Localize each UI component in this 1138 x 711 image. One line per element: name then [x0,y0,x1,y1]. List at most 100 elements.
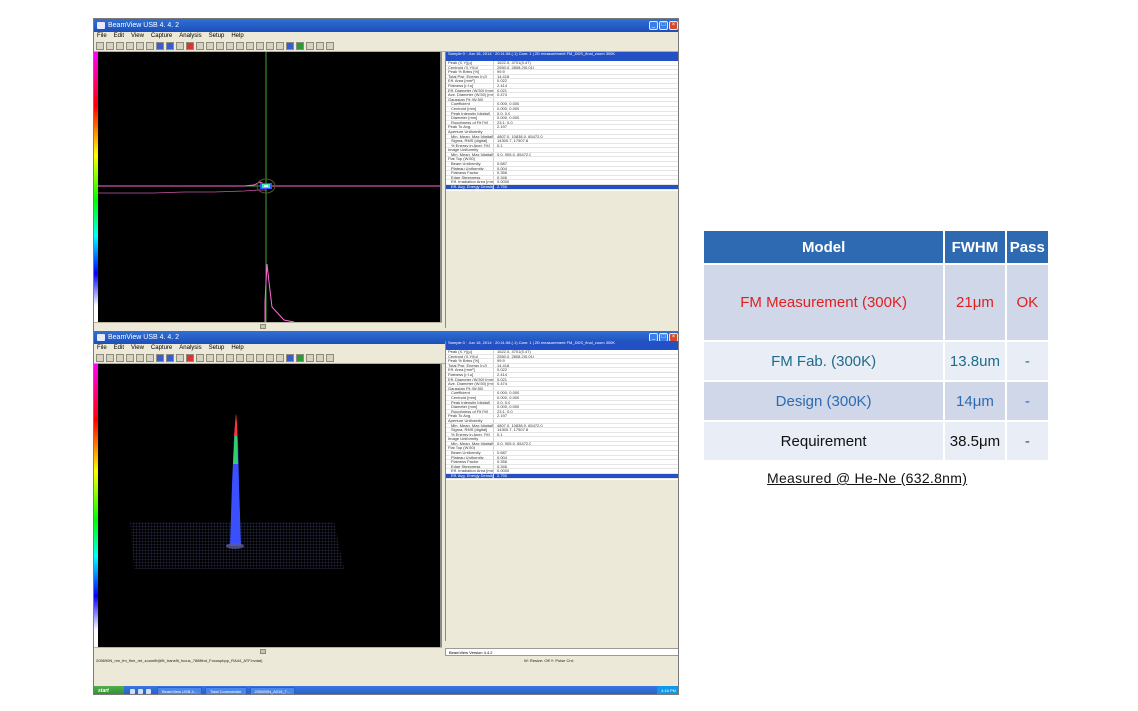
menu-capture[interactable]: Capture [151,344,172,353]
play-icon[interactable] [166,42,174,50]
copy-icon[interactable] [136,354,144,362]
desktop-icon[interactable] [130,688,135,694]
open-icon[interactable] [106,354,114,362]
horizontal-profile-baseline [98,189,266,194]
results-value: 0.000, 0.000 [497,106,520,111]
open-icon[interactable] [106,42,114,50]
maximize-button[interactable]: □ [659,21,668,30]
minimize-button[interactable]: _ [649,21,658,30]
menu-view[interactable]: View [131,344,144,353]
measure-icon[interactable] [266,42,274,50]
menu-help[interactable]: Help [231,344,243,353]
menu-setup[interactable]: Setup [209,344,225,353]
stop-icon[interactable] [196,354,204,362]
beam-2d-plot [98,52,440,322]
results-header[interactable]: Sample 0 · Jun 16, 2014 · 20:11:58 (.1) … [446,52,678,61]
menu-analysis[interactable]: Analysis [179,344,201,353]
results-value: 2550.0, 2808.2(0.01) [497,65,535,70]
crosshair-icon[interactable] [226,42,234,50]
results-value: 2.197 [497,125,508,129]
menu-help[interactable]: Help [231,32,243,41]
new-icon[interactable] [96,42,104,50]
move-icon[interactable] [236,42,244,50]
crosshair-icon[interactable] [226,354,234,362]
results-value: 99.9 [497,70,505,74]
menu-setup[interactable]: Setup [209,32,225,41]
histogram-icon[interactable] [306,42,314,50]
pause-icon[interactable] [206,354,214,362]
step-icon[interactable] [176,354,184,362]
cell-pass: - [1006,382,1048,420]
horizontal-scrollbar[interactable] [94,322,442,329]
print-icon[interactable] [126,42,134,50]
grid-icon[interactable] [216,354,224,362]
results-key: Diameter [mm] [446,405,494,409]
scroll-thumb[interactable] [260,649,266,654]
scroll-thumb[interactable] [260,324,266,329]
record-icon[interactable] [186,42,194,50]
task-total-commander[interactable]: Total Commander [205,687,247,694]
print-icon[interactable] [126,354,134,362]
table-row: Requirement 38.5μm - [704,422,1048,460]
menu-view[interactable]: View [131,32,144,41]
explorer-icon[interactable] [146,688,151,694]
menu-file[interactable]: File [97,32,107,41]
zoom-icon[interactable] [246,354,254,362]
record-icon[interactable] [186,354,194,362]
settings-icon[interactable] [316,42,324,50]
measure-icon[interactable] [266,354,274,362]
move-icon[interactable] [236,354,244,362]
help-icon[interactable] [326,42,334,50]
save-icon[interactable] [116,354,124,362]
results-value [494,437,497,441]
camera-icon[interactable] [146,42,154,50]
pause-icon[interactable] [206,42,214,50]
menu-edit[interactable]: Edit [114,32,124,41]
task-beamview[interactable]: BeamView USB 4... [157,687,203,694]
3d-view-icon[interactable] [286,354,294,362]
rewind-icon[interactable] [156,42,164,50]
task-data-folder[interactable]: 205690N_A016_T... [249,687,296,694]
help-icon[interactable] [326,354,334,362]
rotate-icon[interactable] [256,354,264,362]
start-button[interactable]: start [94,686,124,694]
menu-edit[interactable]: Edit [114,344,124,353]
results-header[interactable]: Sample 0 · Jun 16, 2014 · 20:11:58 (.1) … [446,341,678,350]
browser-icon[interactable] [138,688,143,694]
menu-capture[interactable]: Capture [151,32,172,41]
beam-3d-view[interactable] [94,364,442,647]
results-row[interactable]: Eff. Avg. Energy Density [J/cm²]2.750 [446,474,678,479]
menu-analysis[interactable]: Analysis [179,32,201,41]
beam-2d-view[interactable] [94,52,442,322]
camera-icon[interactable] [146,354,154,362]
results-value: 0.474 [497,382,508,386]
profile-icon[interactable] [276,354,284,362]
settings-icon[interactable] [316,354,324,362]
histogram-icon[interactable] [306,354,314,362]
results-value: 1622.0, 4701(0.47) [497,350,531,354]
window-titlebar[interactable]: BeamView USB 4. 4. 2 _ □ × [94,19,678,32]
rotate-icon[interactable] [256,42,264,50]
palette-icon[interactable] [296,354,304,362]
cell-pass: - [1006,342,1048,380]
save-icon[interactable] [116,42,124,50]
new-icon[interactable] [96,354,104,362]
profile-icon[interactable] [276,42,284,50]
results-row[interactable]: Eff. Avg. Energy Density [J/cm²]2.750 [446,185,678,190]
3d-view-icon[interactable] [286,42,294,50]
grid-icon[interactable] [216,42,224,50]
stop-icon[interactable] [196,42,204,50]
close-button[interactable]: × [669,21,678,30]
palette-icon[interactable] [296,42,304,50]
menu-file[interactable]: File [97,344,107,353]
rewind-icon[interactable] [156,354,164,362]
results-value: 14.418 [497,363,510,368]
results-key: Flat Top (W.50) [446,446,494,451]
play-icon[interactable] [166,354,174,362]
menubar: File Edit View Capture Analysis Setup He… [94,32,678,41]
copy-icon[interactable] [136,42,144,50]
horizontal-scrollbar[interactable] [94,647,442,654]
step-icon[interactable] [176,42,184,50]
zoom-icon[interactable] [246,42,254,50]
cell-fwhm: 14μm [945,382,1005,420]
